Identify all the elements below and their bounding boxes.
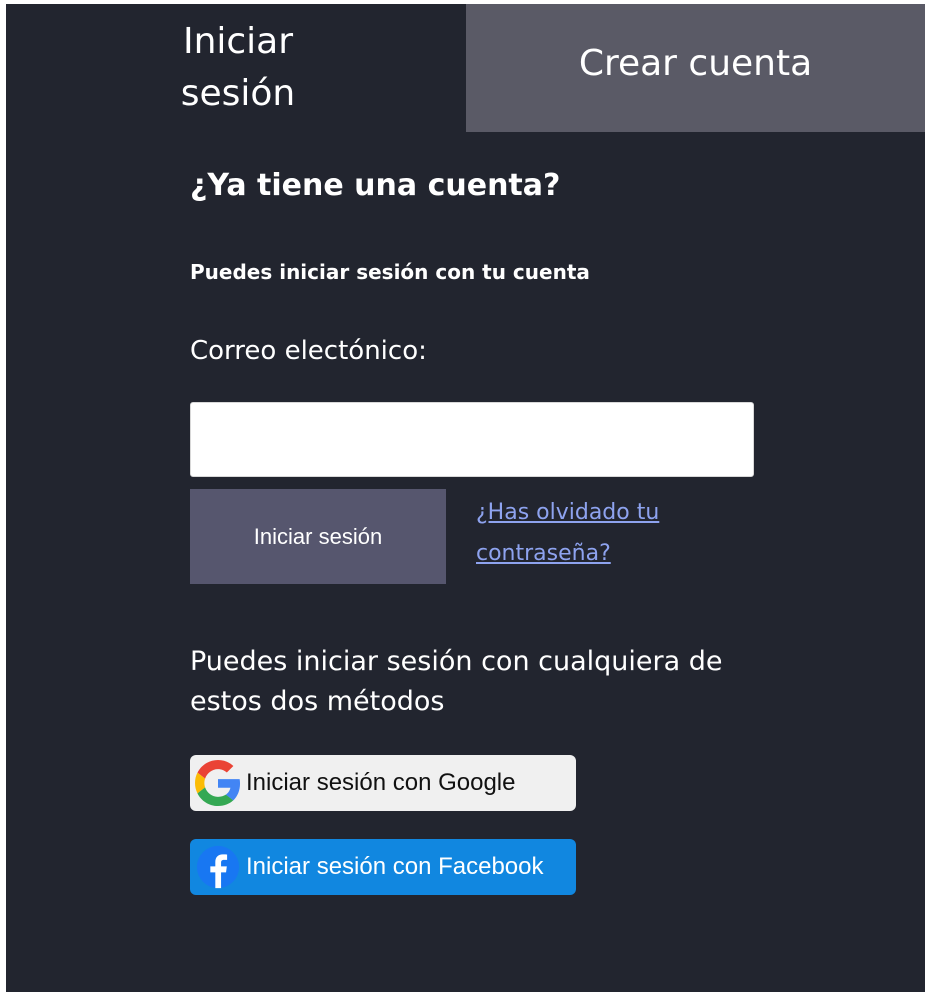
- google-g-icon: [190, 755, 246, 811]
- login-panel: Iniciar sesión Crear cuenta ¿Ya tiene un…: [6, 4, 925, 992]
- facebook-login-button[interactable]: Iniciar sesión con Facebook: [190, 839, 576, 895]
- tab-login-label: Iniciar sesión: [180, 21, 296, 114]
- facebook-f-icon: [190, 839, 246, 895]
- facebook-login-label: Iniciar sesión con Facebook: [246, 853, 544, 880]
- login-button[interactable]: Iniciar sesión: [190, 489, 446, 584]
- google-login-button[interactable]: Iniciar sesión con Google: [190, 755, 576, 811]
- social-login-intro: Puedes iniciar sesión con cualquiera de …: [190, 646, 723, 717]
- email-field[interactable]: [190, 402, 754, 477]
- tab-login[interactable]: Iniciar sesión: [6, 4, 466, 132]
- tab-register-label: Crear cuenta: [578, 43, 813, 84]
- login-subtitle: Puedes iniciar sesión con tu cuenta: [190, 260, 590, 284]
- page-title: ¿Ya tiene una cuenta?: [190, 168, 561, 203]
- tab-register[interactable]: Crear cuenta: [466, 4, 925, 132]
- google-login-label: Iniciar sesión con Google: [246, 769, 516, 796]
- email-label: Correo electónico:: [190, 336, 427, 366]
- forgot-password-link[interactable]: ¿Has olvidado tu contraseña?: [476, 492, 716, 574]
